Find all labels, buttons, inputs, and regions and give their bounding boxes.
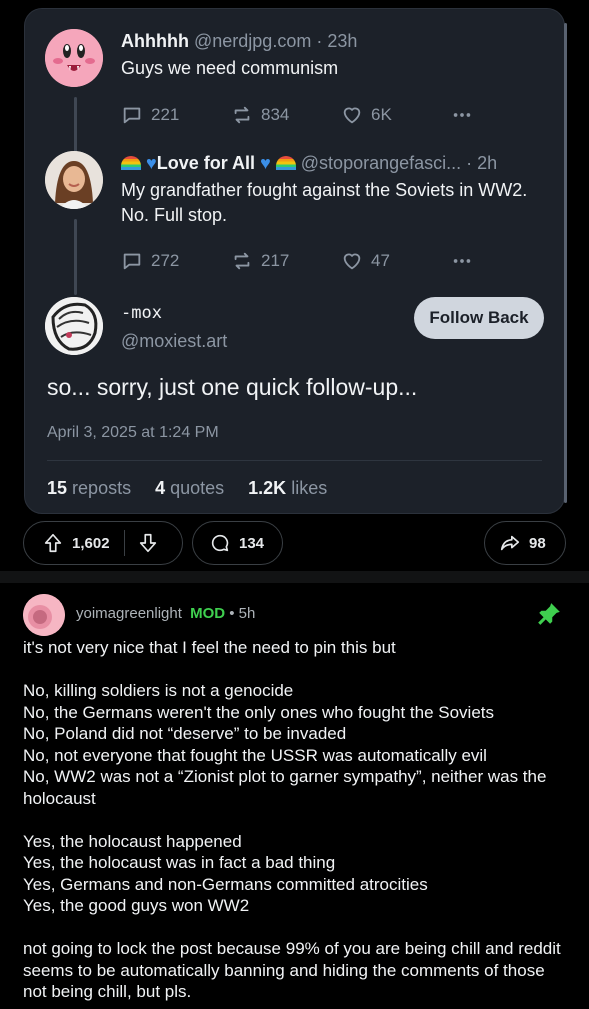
comment-line: No, not everyone that fought the USSR wa… <box>23 745 487 765</box>
reposts-label: reposts <box>72 478 132 498</box>
like-button[interactable]: 6K <box>341 104 451 126</box>
separator-dot: · <box>316 31 323 51</box>
heart-icon <box>343 253 361 270</box>
more-options-button[interactable] <box>451 250 481 272</box>
vote-score: 1,602 <box>72 534 110 552</box>
quotes-stat[interactable]: 4 quotes <box>155 478 224 499</box>
commenter-avatar[interactable] <box>23 594 65 636</box>
comment-paragraph: No, killing soldiers is not a genocide N… <box>23 680 571 809</box>
sketch-avatar-icon <box>45 297 103 355</box>
repost-icon <box>234 106 250 124</box>
handle[interactable]: @nerdjpg.com <box>194 31 311 51</box>
mod-badge: MOD <box>190 605 226 622</box>
reply-button[interactable]: 221 <box>121 104 231 126</box>
reply-icon <box>123 107 141 124</box>
comment-time: • 5h <box>229 605 256 622</box>
quoted-thread-card: Ahhhhh @nerdjpg.com · 23h Guys we need c… <box>24 8 567 514</box>
divider <box>123 530 125 556</box>
main-post-text: so... sorry, just one quick follow-up... <box>47 374 418 400</box>
ellipsis-icon <box>453 113 471 117</box>
handle[interactable]: @stoporangefasci... <box>301 153 461 173</box>
comment-line: it's not very nice that I feel the need … <box>23 638 396 657</box>
rainbow-emoji-icon <box>275 156 296 170</box>
post-text: My grandfather fought against the Soviet… <box>121 180 528 225</box>
comment-line: Yes, the holocaust was in fact a bad thi… <box>23 853 336 872</box>
thread-post[interactable]: ♥Love for All ♥ @stoporangefasci... · 2h… <box>45 151 544 281</box>
post-date: April 3, 2025 at 1:24 PM <box>47 424 219 441</box>
avatar-icon <box>23 594 65 636</box>
like-count: 6K <box>371 105 392 124</box>
reposts-stat[interactable]: 15 reposts <box>47 478 131 499</box>
post-text: Guys we need communism <box>121 58 339 78</box>
like-count: 47 <box>371 251 390 270</box>
comment-bubble-icon <box>211 534 229 552</box>
comment-line: No, WW2 was not a “Zionist plot to garne… <box>23 767 547 808</box>
blue-heart-emoji-icon: ♥ <box>146 153 157 173</box>
avatar[interactable] <box>45 297 103 355</box>
heart-icon <box>343 107 361 124</box>
likes-stat[interactable]: 1.2K likes <box>248 478 327 499</box>
comment-author[interactable]: yoimagreenlight <box>76 605 182 622</box>
comment-paragraph: not going to lock the post because 99% o… <box>23 938 571 1003</box>
comment-count: 134 <box>239 534 265 552</box>
repost-count: 217 <box>261 251 290 270</box>
comment-header: yoimagreenlight MOD • 5h <box>76 605 255 622</box>
reply-count: 221 <box>151 105 180 124</box>
share-count: 98 <box>529 534 546 552</box>
repost-icon <box>234 252 250 270</box>
avatar[interactable] <box>45 151 103 209</box>
comment-body: it's not very nice that I feel the need … <box>23 637 571 1009</box>
comment-line: No, Poland did not “deserve” to be invad… <box>23 724 347 743</box>
likes-label: likes <box>291 478 328 498</box>
downvote-arrow-icon[interactable] <box>137 532 159 554</box>
separator-dot: · <box>466 153 473 173</box>
share-arrow-icon <box>500 535 520 551</box>
quotes-label: quotes <box>170 478 225 498</box>
post-stats: 15 reposts 4 quotes 1.2K likes <box>47 478 327 499</box>
blue-heart-emoji-icon: ♥ <box>260 153 271 173</box>
rainbow-emoji-icon <box>121 156 141 170</box>
comment-line: not going to lock the post because 99% o… <box>23 939 561 1001</box>
main-post-author: -mox @moxiest.art Follow Back <box>45 297 544 357</box>
share-button[interactable]: 98 <box>484 521 566 565</box>
more-options-button[interactable] <box>451 104 481 126</box>
upvote-arrow-icon[interactable] <box>42 532 64 554</box>
display-name[interactable]: Ahhhhh <box>121 31 189 51</box>
scrollbar[interactable] <box>564 23 567 503</box>
follow-back-button[interactable]: Follow Back <box>414 297 544 339</box>
divider <box>47 460 542 461</box>
comment-line: Yes, Germans and non-Germans committed a… <box>23 874 428 894</box>
pin-icon <box>538 603 560 625</box>
reply-icon <box>123 253 141 270</box>
kirby-avatar-icon <box>45 29 103 87</box>
repost-button[interactable]: 217 <box>231 250 341 272</box>
comment-line: No, killing soldiers is not a genocide <box>23 681 294 700</box>
ellipsis-icon <box>453 259 471 263</box>
comments-button[interactable]: 134 <box>192 521 283 565</box>
repost-button[interactable]: 834 <box>231 104 341 126</box>
comment-paragraph: Yes, the holocaust happened Yes, the hol… <box>23 831 571 917</box>
comment-paragraph: it's not very nice that I feel the need … <box>23 637 571 659</box>
reply-count: 272 <box>151 251 180 270</box>
quotes-count: 4 <box>155 478 166 498</box>
section-separator <box>0 571 589 583</box>
display-name[interactable]: Love for All <box>157 153 255 173</box>
reposts-count: 15 <box>47 478 68 498</box>
person-avatar-icon <box>45 151 103 209</box>
thread-post[interactable]: Ahhhhh @nerdjpg.com · 23h Guys we need c… <box>45 29 544 139</box>
post-time: 2h <box>477 153 498 173</box>
repost-count: 834 <box>261 105 290 124</box>
comment-line: No, the Germans weren't the only ones wh… <box>23 702 495 722</box>
vote-bar: 1,602 <box>23 521 183 565</box>
post-time: 23h <box>327 31 358 51</box>
comment-line: Yes, the good guys won WW2 <box>23 896 250 915</box>
avatar[interactable] <box>45 29 103 87</box>
like-button[interactable]: 47 <box>341 250 451 272</box>
likes-count: 1.2K <box>248 478 287 498</box>
comment-line: Yes, the holocaust happened <box>23 831 242 851</box>
reply-button[interactable]: 272 <box>121 250 231 272</box>
